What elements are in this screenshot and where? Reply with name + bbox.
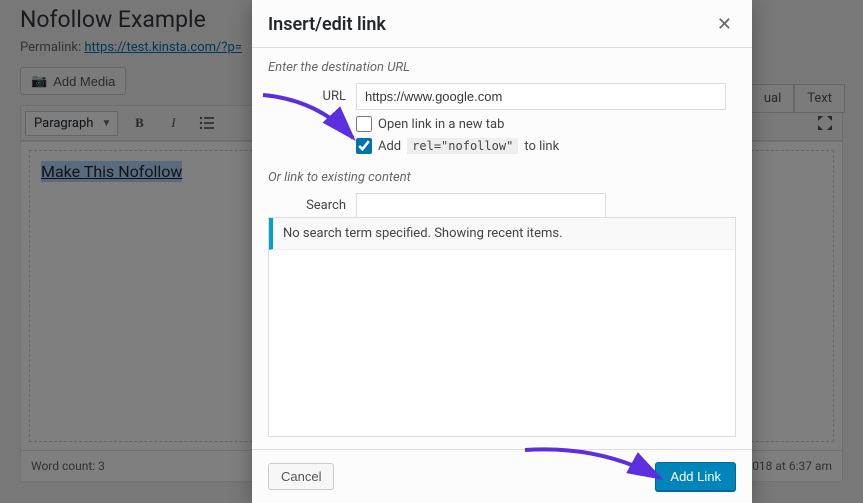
nofollow-prefix: Add [378,139,401,154]
new-tab-row: Open link in a new tab [356,116,736,132]
results-notice: No search term specified. Showing recent… [269,218,735,250]
nofollow-suffix: to link [524,139,559,154]
url-input[interactable] [356,83,726,110]
search-label: Search [268,198,356,213]
new-tab-label: Open link in a new tab [378,117,504,132]
modal-header: Insert/edit link ✕ [252,0,752,48]
insert-link-modal: Insert/edit link ✕ Enter the destination… [252,0,752,503]
modal-body: Enter the destination URL URL Open link … [252,48,752,449]
nofollow-code: rel="nofollow" [407,138,518,154]
new-tab-checkbox[interactable] [356,116,372,132]
search-results[interactable]: No search term specified. Showing recent… [268,217,736,437]
search-input[interactable] [356,193,606,218]
modal-footer: Cancel Add Link [252,449,752,503]
url-label: URL [268,89,356,104]
add-link-button[interactable]: Add Link [655,462,736,491]
nofollow-row: Add rel="nofollow" to link [356,138,736,154]
nofollow-checkbox[interactable] [356,138,372,154]
destination-section-label: Enter the destination URL [268,60,736,75]
close-icon[interactable]: ✕ [713,14,736,35]
url-row: URL [268,83,736,110]
cancel-button[interactable]: Cancel [268,463,334,490]
search-row: Search [268,193,736,218]
existing-section-label: Or link to existing content [268,170,736,185]
modal-title: Insert/edit link [268,14,386,35]
